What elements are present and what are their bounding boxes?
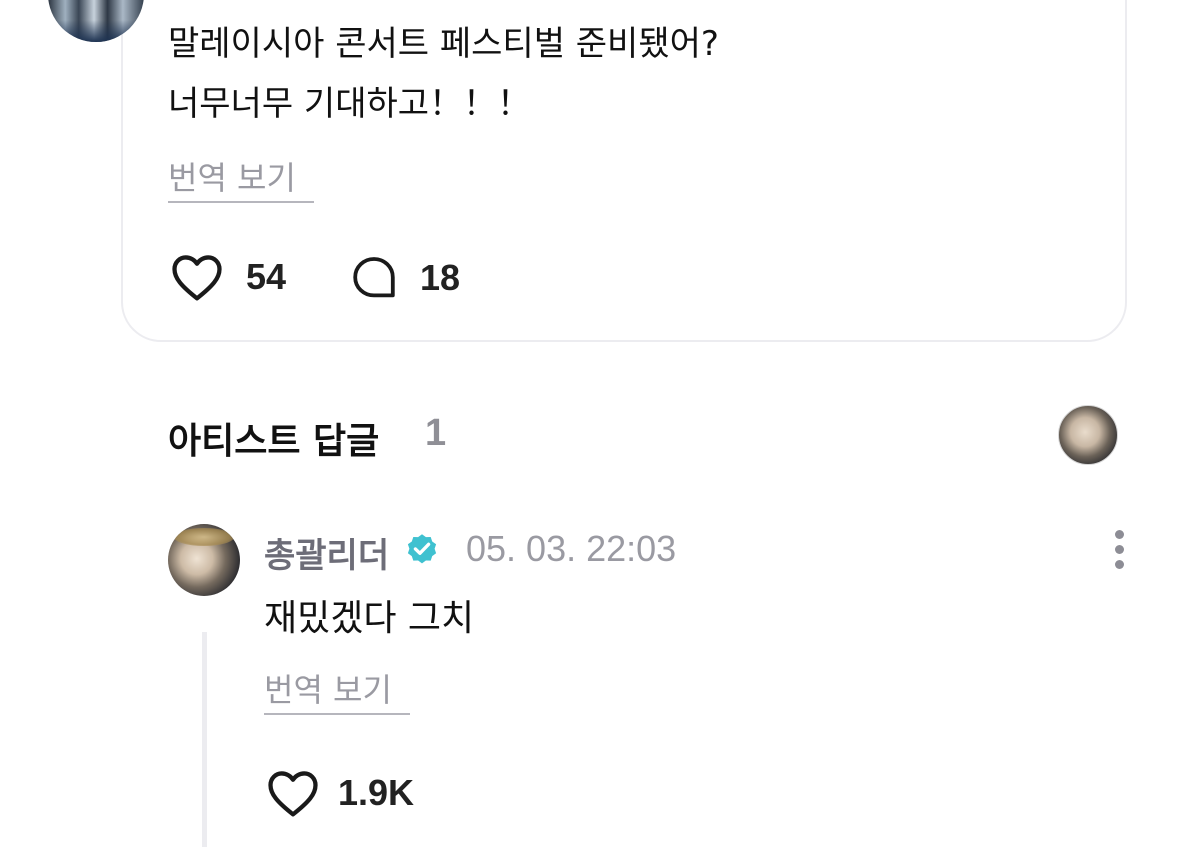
more-dot-icon (1114, 530, 1124, 539)
more-dot-icon (1114, 560, 1124, 569)
reply-translate-link[interactable]: 번역 보기 (264, 670, 392, 710)
verified-badge-icon (407, 534, 437, 564)
reply-author-avatar[interactable] (168, 524, 240, 596)
reply-like-button[interactable]: 1.9K (266, 768, 414, 818)
reply-author-name[interactable]: 총괄리더 (264, 528, 389, 577)
artist-replies-count: 1 (425, 412, 447, 454)
post-comment-count: 18 (420, 257, 461, 298)
heart-icon (268, 771, 318, 817)
more-options-button[interactable] (1106, 530, 1132, 572)
post-translate-link[interactable]: 번역 보기 (168, 158, 296, 198)
more-dot-icon (1114, 545, 1124, 554)
post-translate-underline (168, 201, 314, 203)
post-author-avatar[interactable] (48, 0, 144, 42)
artist-replies-title: 아티스트 답글 (168, 421, 380, 462)
thread-line (202, 632, 207, 847)
reply-like-count: 1.9K (338, 772, 415, 813)
post-like-count: 54 (246, 256, 287, 297)
post-like-button[interactable]: 54 (170, 252, 286, 302)
reply-text: 재밌겠다 그치 (264, 598, 475, 639)
post-text-line-1: 말레이시아 콘서트 페스티벌 준비됐어? (168, 24, 719, 64)
artist-avatar[interactable] (1058, 405, 1118, 465)
post-comment-button[interactable]: 18 (350, 254, 460, 302)
reply-timestamp: 05. 03. 22:03 (466, 528, 677, 569)
post-text-line-2: 너무너무 기대하고！！！ (168, 84, 532, 124)
reply-translate-underline (264, 713, 410, 715)
heart-icon (172, 255, 222, 301)
page: 말레이시아 콘서트 페스티벌 준비됐어? 너무너무 기대하고！！！ 번역 보기 … (0, 0, 1179, 847)
comment-bubble-icon (353, 257, 395, 298)
